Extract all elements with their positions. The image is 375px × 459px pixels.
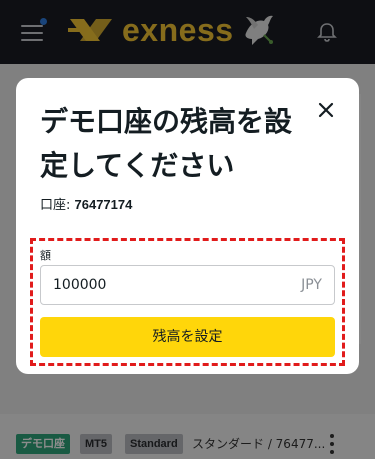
amount-value[interactable]: 100000 [53, 277, 106, 293]
currency-suffix: JPY [301, 277, 322, 293]
amount-label: 額 [40, 249, 51, 262]
dialog-title: デモ口座の残高を設定してください [40, 106, 293, 181]
amount-input[interactable]: 100000 JPY [40, 265, 335, 305]
set-balance-button[interactable]: 残高を設定 [40, 317, 335, 357]
close-icon[interactable] [312, 96, 340, 124]
account-number: 76477174 [74, 197, 133, 212]
set-balance-dialog: デモ口座の残高を設定してください 口座: 76477174 額 100000 J… [16, 78, 359, 374]
account-prefix: 口座: [40, 198, 75, 213]
account-info: 口座: 76477174 [40, 194, 132, 213]
